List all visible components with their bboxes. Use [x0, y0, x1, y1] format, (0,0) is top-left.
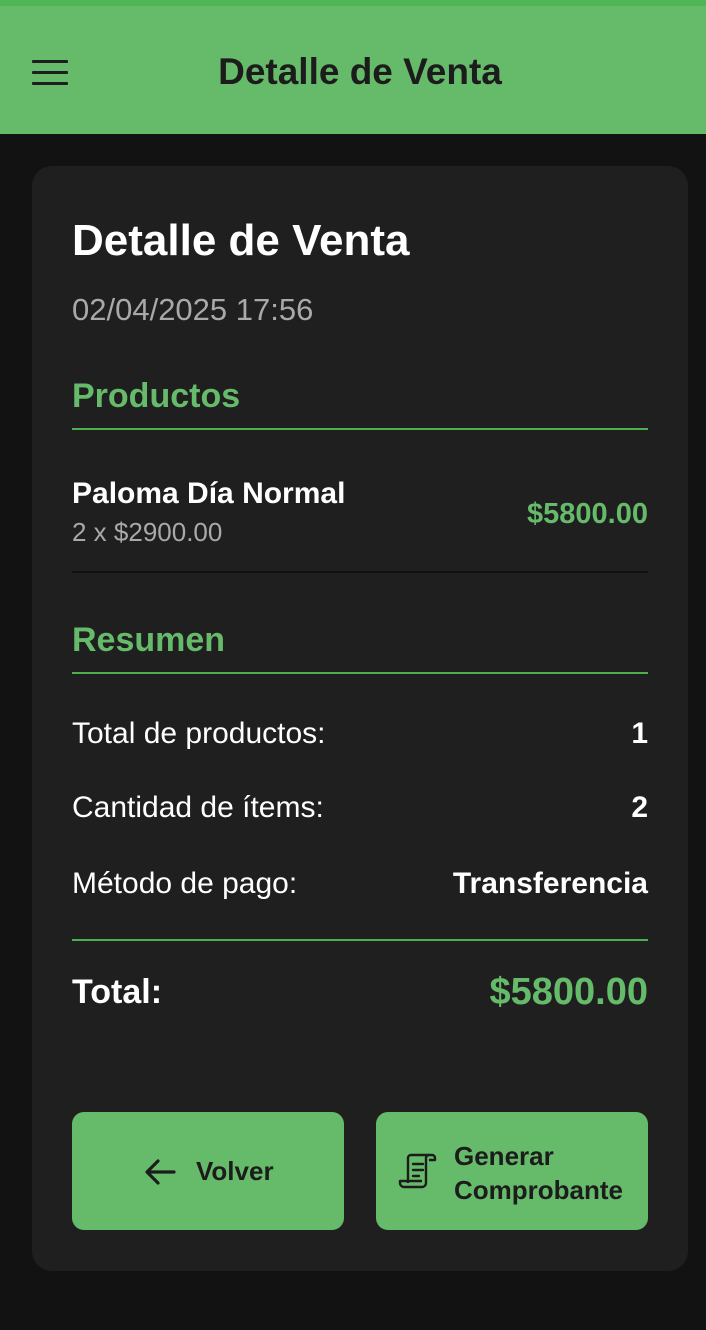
- product-quantity-price: 2 x $2900.00: [72, 517, 223, 547]
- generate-receipt-label-line1: Generar: [454, 1141, 554, 1171]
- total-divider: [72, 939, 648, 941]
- product-divider: [72, 571, 648, 573]
- summary-section-title: Resumen: [72, 621, 226, 659]
- app-bar: Detalle de Venta: [0, 6, 706, 134]
- sale-date: 02/04/2025 17:56: [72, 292, 314, 327]
- payment-method-label: Método de pago:: [72, 867, 298, 900]
- products-divider: [72, 428, 648, 430]
- receipt-icon: [398, 1153, 437, 1189]
- back-button[interactable]: Volver: [72, 1112, 344, 1230]
- products-section-title: Productos: [72, 377, 241, 415]
- summary-divider: [72, 672, 648, 674]
- back-button-label: Volver: [196, 1156, 274, 1186]
- item-count-value: 2: [631, 791, 648, 824]
- arrow-left-icon: [145, 1159, 176, 1185]
- sale-detail-card: Detalle de Venta 02/04/2025 17:56 Produc…: [32, 166, 688, 1271]
- product-name: Paloma Día Normal: [72, 477, 346, 510]
- total-products-label: Total de productos:: [72, 717, 326, 750]
- page-title: Detalle de Venta: [72, 216, 410, 265]
- total-label: Total:: [72, 973, 163, 1011]
- generate-receipt-label-line2: Comprobante: [454, 1175, 623, 1205]
- item-count-label: Cantidad de ítems:: [72, 791, 324, 824]
- total-products-value: 1: [631, 717, 648, 750]
- product-subtotal: $5800.00: [527, 498, 648, 530]
- payment-method-value: Transferencia: [452, 867, 648, 900]
- app-bar-title: Detalle de Venta: [218, 51, 502, 92]
- generate-receipt-button[interactable]: Generar Comprobante: [376, 1112, 648, 1230]
- total-value: $5800.00: [489, 971, 649, 1013]
